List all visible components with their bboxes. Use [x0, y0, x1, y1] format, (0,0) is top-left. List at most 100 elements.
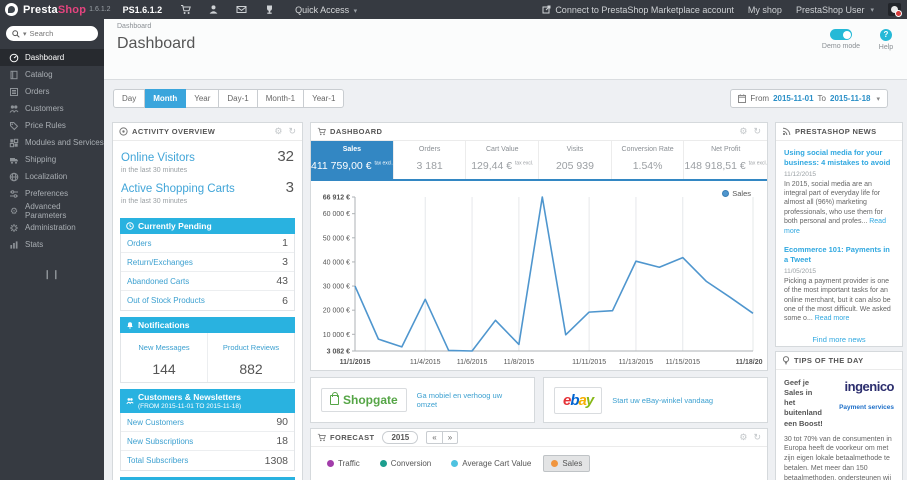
out-of-stock-link[interactable]: Out of Stock Products	[127, 296, 205, 305]
forecast-sales-button[interactable]: Sales	[543, 455, 591, 472]
online-visitors-value: 32	[277, 148, 294, 165]
gear-icon[interactable]: ⚙	[739, 126, 747, 137]
svg-text:20 000 €: 20 000 €	[323, 308, 350, 315]
filter-year-button[interactable]: Year	[186, 89, 220, 108]
prev-year-button[interactable]: «	[426, 431, 443, 444]
shopgate-ad-card: Shopgate Ga mobiel en verhoog uw omzet	[310, 377, 535, 423]
demo-mode-toggle[interactable]	[830, 29, 852, 40]
pending-orders-link[interactable]: Orders	[127, 239, 151, 248]
forecast-traffic-button[interactable]: Traffic	[319, 455, 368, 472]
user-icon[interactable]	[208, 4, 219, 15]
sidebar-item-catalog[interactable]: Catalog	[0, 66, 104, 83]
notifications-block: Notifications New Messages 144 Product Re…	[120, 317, 295, 383]
new-subscriptions-value: 18	[276, 435, 288, 447]
refresh-icon[interactable]: ↻	[753, 432, 761, 443]
next-year-button[interactable]: »	[442, 431, 459, 444]
cart-icon[interactable]	[180, 4, 191, 15]
quick-access-menu[interactable]: Quick Access ▾	[295, 5, 357, 15]
pending-returns-value: 3	[282, 256, 288, 268]
news-article-title[interactable]: Using social media for your business: 4 …	[784, 148, 894, 168]
user-menu[interactable]: PrestaShop User ▾	[796, 5, 874, 15]
trophy-icon[interactable]	[264, 4, 275, 15]
kpi-tab-conversion-rate[interactable]: Conversion Rate 1.54%	[612, 141, 685, 179]
sidebar-item-stats[interactable]: Stats	[0, 236, 104, 253]
new-messages-value: 144	[152, 361, 176, 377]
kpi-tab-sales[interactable]: Sales 411 759,00 € tax excl.	[311, 141, 394, 179]
product-reviews-value: 882	[239, 361, 263, 377]
date-range-picker[interactable]: From 2015-11-01 To 2015-11-18 ▾	[730, 89, 888, 108]
svg-text:60 000 €: 60 000 €	[323, 211, 350, 218]
sidebar-item-customers[interactable]: Customers	[0, 100, 104, 117]
forecast-conversion-button[interactable]: Conversion	[372, 455, 439, 472]
gear-icon[interactable]: ⚙	[739, 432, 747, 443]
activity-summary: Online Visitors 32 in the last 30 minute…	[113, 141, 302, 212]
refresh-icon[interactable]: ↻	[753, 126, 761, 137]
svg-text:11/6/2015: 11/6/2015	[457, 359, 488, 366]
forecast-avg-cart-button[interactable]: Average Cart Value	[443, 455, 539, 472]
product-reviews-cell: Product Reviews 882	[207, 333, 294, 382]
mail-icon[interactable]	[236, 4, 247, 15]
filter-month-1-button[interactable]: Month-1	[257, 89, 305, 108]
kpi-tab-orders[interactable]: Orders 3 181	[394, 141, 467, 179]
filter-day-1-button[interactable]: Day-1	[219, 89, 258, 108]
shopgate-link[interactable]: Ga mobiel en verhoog uw omzet	[417, 391, 524, 409]
sidebar-item-administration[interactable]: Administration	[0, 219, 104, 236]
ebay-link[interactable]: Start uw eBay-winkel vandaag	[612, 396, 713, 405]
read-more-link[interactable]: Read more	[815, 315, 850, 322]
search-input[interactable]	[29, 29, 88, 38]
sidebar-item-modules[interactable]: Modules and Services	[0, 134, 104, 151]
search-icon	[12, 29, 20, 38]
avatar[interactable]	[888, 3, 902, 17]
news-article-title[interactable]: Ecommerce 101: Payments in a Tweet	[784, 245, 894, 265]
new-messages-link[interactable]: New Messages	[138, 343, 189, 352]
my-shop-link[interactable]: My shop	[748, 5, 782, 15]
chart-legend[interactable]: Sales	[722, 189, 751, 198]
abandoned-carts-link[interactable]: Abandoned Carts	[127, 277, 189, 286]
gear-icon[interactable]: ⚙	[274, 126, 282, 137]
price-rules-icon	[10, 121, 19, 130]
sidebar-collapse-button[interactable]: ❙❙	[0, 269, 104, 280]
sidebar-item-price-rules[interactable]: Price Rules	[0, 117, 104, 134]
orders-icon	[10, 87, 18, 96]
panel-title: FORECAST	[330, 433, 375, 442]
kpi-tab-net-profit[interactable]: Net Profit 148 918,51 € tax excl.	[684, 141, 767, 179]
refresh-icon[interactable]: ↻	[288, 126, 296, 137]
search-scope-caret[interactable]: ▾	[23, 30, 27, 38]
prestashop-logo	[5, 3, 18, 16]
sidebar-item-shipping[interactable]: Shipping	[0, 151, 104, 168]
sidebar-item-preferences[interactable]: Preferences	[0, 185, 104, 202]
filter-month-button[interactable]: Month	[145, 89, 187, 108]
sidebar-item-label: Customers	[25, 104, 64, 113]
find-more-news-link[interactable]: Find more news	[784, 335, 894, 344]
lightbulb-icon	[782, 356, 790, 365]
active-carts-link[interactable]: Active Shopping Carts	[121, 183, 235, 195]
calendar-icon	[738, 94, 747, 103]
online-visitors-link[interactable]: Online Visitors	[121, 152, 195, 164]
to-date: 2015-11-18	[830, 94, 871, 103]
product-reviews-link[interactable]: Product Reviews	[223, 343, 279, 352]
dashboard-icon	[9, 53, 19, 62]
sidebar-item-advanced-parameters[interactable]: ⚙ Advanced Parameters	[0, 202, 104, 220]
sidebar-item-label: Orders	[25, 87, 50, 96]
help-icon[interactable]: ?	[880, 29, 892, 41]
sidebar-item-orders[interactable]: Orders	[0, 83, 104, 100]
filter-year-1-button[interactable]: Year-1	[304, 89, 345, 108]
marketplace-link[interactable]: Connect to PrestaShop Marketplace accoun…	[542, 5, 734, 15]
forecast-legend: Traffic Conversion Average Cart Value Sa…	[311, 447, 767, 472]
shop-name-link[interactable]: PS1.6.1.2	[123, 5, 163, 15]
sidebar-item-localization[interactable]: Localization	[0, 168, 104, 185]
filter-day-button[interactable]: Day	[113, 89, 146, 108]
svg-text:11/11/2015: 11/11/2015	[572, 359, 606, 366]
demo-mode-label: Demo mode	[821, 43, 861, 50]
sidebar-search: ▾	[6, 26, 98, 41]
pending-returns-link[interactable]: Return/Exchanges	[127, 258, 193, 267]
sidebar-item-label: Localization	[25, 172, 68, 181]
new-customers-link[interactable]: New Customers	[127, 418, 184, 427]
modules-icon	[9, 138, 19, 147]
kpi-tab-cart-value[interactable]: Cart Value 129,44 € tax excl.	[466, 141, 540, 179]
sidebar-item-dashboard[interactable]: Dashboard	[0, 49, 104, 66]
kpi-tab-visits[interactable]: Visits 205 939	[539, 141, 612, 179]
active-carts: Active Shopping Carts 3 in the last 30 m…	[121, 179, 294, 205]
new-subscriptions-link[interactable]: New Subscriptions	[127, 437, 193, 446]
total-subscribers-link[interactable]: Total Subscribers	[127, 456, 188, 465]
